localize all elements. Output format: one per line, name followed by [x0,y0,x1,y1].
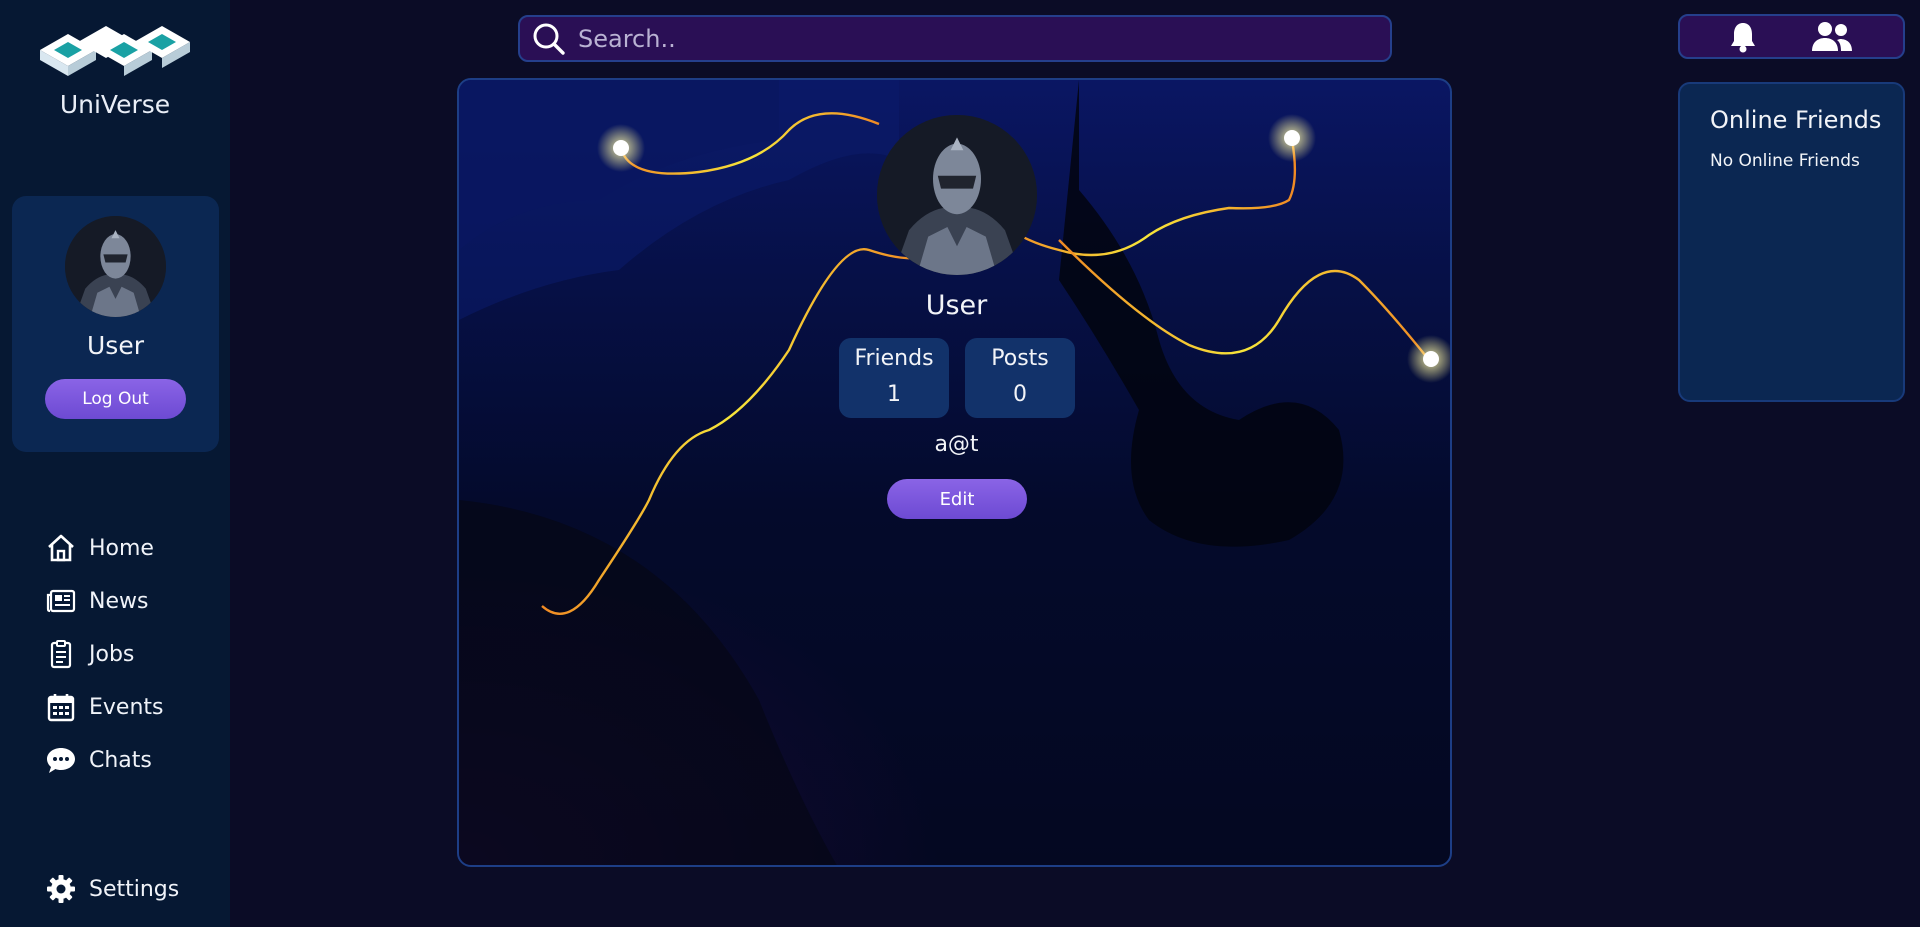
sidebar-item-news[interactable]: News [45,581,148,621]
search-bar [518,15,1392,62]
clipboard-icon [50,640,72,669]
search-input[interactable] [576,23,1390,54]
online-friends-empty: No Online Friends [1710,151,1860,171]
stat-value: 0 [1013,382,1027,407]
sidebar-item-label: Jobs [89,641,135,667]
posts-stat[interactable]: Posts 0 [965,338,1075,418]
sidebar-item-jobs[interactable]: Jobs [45,634,134,674]
friends-icon[interactable] [1810,20,1854,54]
avatar[interactable] [65,216,166,317]
sidebar-item-label: Chats [89,747,152,773]
user-name: User [87,331,144,360]
bell-icon[interactable] [1726,20,1760,54]
logout-button[interactable]: Log Out [45,379,186,419]
stat-label: Friends [854,346,934,371]
newspaper-icon [46,589,76,613]
profile-name: User [925,290,988,321]
stat-value: 1 [887,382,901,407]
online-friends-panel: Online Friends No Online Friends [1678,82,1905,402]
profile-email: a@t [934,432,979,457]
knight-avatar-image [65,216,166,317]
sidebar: UniVerse User Log Out Home News Jobs Eve… [0,0,230,927]
sidebar-item-settings[interactable]: Settings [45,869,179,909]
chat-icon [47,748,75,773]
sidebar-item-chats[interactable]: Chats [45,740,152,780]
search-icon [533,23,565,55]
user-card: User Log Out [12,196,219,452]
calendar-icon [47,694,75,722]
universe-logo [40,26,190,76]
sidebar-item-label: Home [89,535,154,561]
profile-card: User Friends 1 Posts 0 a@t Edit [457,78,1452,867]
sidebar-item-label: News [89,588,149,614]
gear-icon [47,875,75,903]
home-icon [48,534,74,562]
edit-profile-button[interactable]: Edit [887,479,1027,519]
sidebar-item-label: Events [89,694,164,720]
knight-avatar-image [877,115,1037,275]
online-friends-title: Online Friends [1710,106,1882,134]
friends-stat[interactable]: Friends 1 [839,338,949,418]
app-name: UniVerse [59,90,171,119]
profile-avatar[interactable] [877,115,1037,275]
stat-label: Posts [991,346,1049,371]
sidebar-item-home[interactable]: Home [45,528,154,568]
settings-label: Settings [89,876,180,902]
top-icon-bar [1678,14,1905,59]
sidebar-item-events[interactable]: Events [45,687,164,727]
